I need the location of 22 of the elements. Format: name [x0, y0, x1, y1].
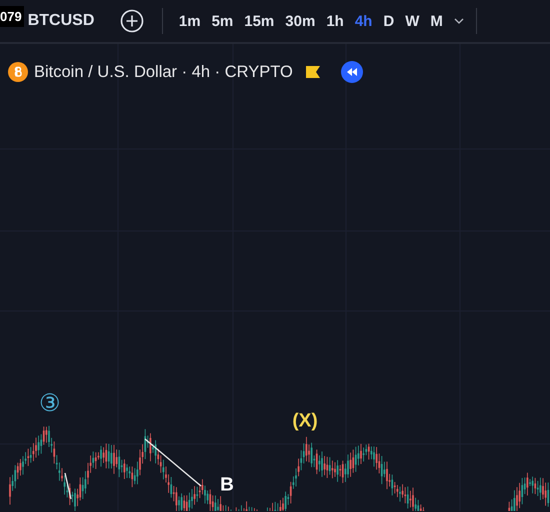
add-icon[interactable] — [120, 9, 144, 33]
coin-icon — [8, 62, 28, 82]
flag-icon[interactable] — [304, 64, 321, 80]
cut-label: 079 — [0, 6, 24, 27]
wave-label: B — [220, 476, 234, 494]
interval-button[interactable]: 15m — [244, 12, 274, 30]
interval-button[interactable]: 1m — [178, 12, 201, 30]
trend-line — [64, 472, 72, 500]
chevron-down-icon[interactable] — [454, 18, 464, 24]
wave-label: (X) — [292, 412, 318, 430]
symbol-title: Bitcoin / U.S. Dollar · 4h · CRYPTO — [34, 62, 293, 82]
interval-button[interactable]: 1h — [326, 12, 344, 30]
rewind-icon[interactable] — [340, 61, 363, 83]
interval-button[interactable]: 5m — [212, 12, 234, 30]
wave-label: ③ — [39, 392, 61, 416]
interval-button[interactable]: D — [383, 12, 394, 30]
interval-button[interactable]: 30m — [285, 12, 316, 30]
interval-button[interactable]: 4h — [354, 12, 372, 30]
symbol-search-button[interactable]: BTCUSD — [28, 12, 94, 30]
interval-button[interactable]: W — [405, 12, 420, 30]
interval-button[interactable]: M — [430, 12, 443, 30]
trend-line — [144, 438, 202, 486]
